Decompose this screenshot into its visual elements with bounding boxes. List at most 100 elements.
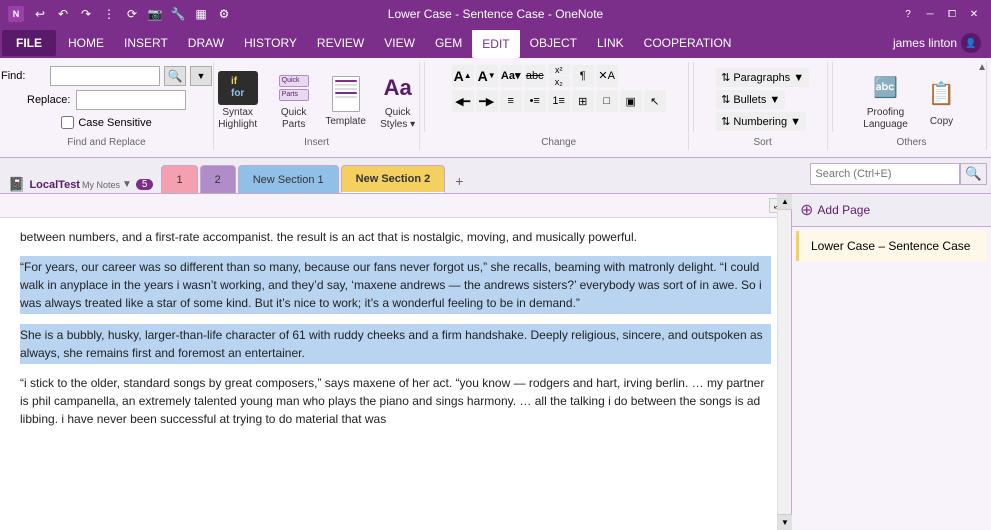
find-row: Find: 🔍 ▼ [1, 66, 212, 86]
right-v-scrollbar[interactable]: ▲ ▼ [777, 194, 791, 530]
notebook-name[interactable]: LocalTest [29, 179, 80, 191]
subscript-btn[interactable]: x₂ [548, 76, 570, 87]
case-sensitive-checkbox[interactable] [61, 116, 74, 129]
search-input[interactable] [810, 163, 960, 185]
menu-item-edit[interactable]: EDIT [472, 28, 519, 58]
add-page-btn[interactable]: ⊕ Add Page [800, 200, 870, 220]
numbering-btn[interactable]: 1≡ [548, 90, 570, 112]
right-scrollbar-track [778, 210, 791, 514]
border-btn[interactable]: □ [596, 90, 618, 112]
section-count: 5 [136, 179, 154, 190]
back-btn[interactable]: ↩ [30, 4, 50, 24]
doc-paragraph-1: between numbers, and a first-rate accomp… [20, 228, 771, 246]
tab-section: 📓 LocalTest My Notes ▼ 5 1 2 New Section… [0, 158, 991, 194]
menu-item-review[interactable]: REVIEW [307, 28, 374, 58]
user-name: james linton [893, 36, 957, 50]
paragraph-mark-btn[interactable]: ¶ [572, 65, 594, 87]
menu-item-file[interactable]: FILE [2, 30, 56, 56]
copy-label: Copy [930, 116, 953, 128]
page-item[interactable]: Lower Case – Sentence Case [796, 231, 987, 261]
change-case-btn[interactable]: Aa▾ [500, 65, 522, 87]
menu-item-history[interactable]: HISTORY [234, 28, 307, 58]
clear-format-btn[interactable]: ✕A [596, 65, 618, 87]
window-controls: ? ─ ⧠ ✕ [899, 6, 983, 22]
tab-2[interactable]: 2 [200, 165, 236, 193]
proofing-language-icon: 🔤 [866, 71, 906, 105]
tab-add-btn[interactable]: + [447, 169, 471, 193]
insert-controls: iffor SyntaxHighlight Quick Parts QuickP… [210, 64, 424, 137]
indent-left-btn[interactable]: ◀━ [452, 90, 474, 112]
case-sensitive-row: Case Sensitive [61, 116, 151, 129]
search-btn[interactable]: 🔍 [960, 163, 987, 185]
tab-new-section-1[interactable]: New Section 1 [238, 165, 339, 193]
copy-paste-btn[interactable]: 📋 Copy [918, 68, 966, 134]
find-input[interactable] [50, 66, 160, 86]
quick-parts-btn[interactable]: Quick Parts QuickParts [268, 68, 320, 134]
layout-icon[interactable]: ▦ [191, 4, 211, 24]
sort-paragraphs-label: Paragraphs ▼ [733, 72, 804, 84]
doc-paragraph-3: She is a bubbly, husky, larger-than-life… [20, 324, 771, 364]
proofing-language-label: ProofingLanguage [863, 107, 908, 131]
doc-paragraph-2: “For years, our career was so different … [20, 256, 771, 314]
title-bar: N ↩ ↶ ↷ ⋮ ⟳ 📷 🔧 ▦ ⚙ Lower Case - Sentenc… [0, 0, 991, 28]
shading-btn[interactable]: ▣ [620, 90, 642, 112]
help-btn[interactable]: ? [899, 6, 917, 22]
change-controls: A▲ A▼ Aa▾ abc x² x₂ ¶ ✕A ◀━ ━▶ ≡ •≡ 1≡ ⊞… [452, 64, 666, 137]
right-scrollbar-down-btn[interactable]: ▼ [778, 514, 792, 530]
tools-icon[interactable]: 🔧 [168, 4, 188, 24]
quick-styles-btn[interactable]: Aa Quick Styles ▾ [372, 68, 424, 134]
tab-new-section-2[interactable]: New Section 2 [341, 165, 446, 193]
undo-btn[interactable]: ↶ [53, 4, 73, 24]
find-search-btn[interactable]: 🔍 [164, 66, 186, 86]
font-size-up-btn[interactable]: A▲ [452, 65, 474, 87]
settings-icon[interactable]: ⚙ [214, 4, 234, 24]
sort-bullets-btn[interactable]: ⇅ Bullets ▼ [716, 90, 785, 109]
strikethrough-abc-btn[interactable]: abc [524, 65, 546, 87]
tab-1[interactable]: 1 [161, 165, 197, 193]
right-scrollbar-up-btn[interactable]: ▲ [778, 194, 792, 210]
table-btn[interactable]: ⊞ [572, 90, 594, 112]
customize-btn[interactable]: ⋮ [99, 4, 119, 24]
minimize-btn[interactable]: ─ [921, 6, 939, 22]
add-page-icon: ⊕ [800, 200, 813, 220]
ribbon-collapse-btn[interactable]: ▲ [977, 62, 987, 73]
sort-paragraphs-btn[interactable]: ⇅ Paragraphs ▼ [716, 68, 809, 87]
template-label: Template [325, 116, 366, 128]
quick-styles-icon: Aa [379, 71, 417, 105]
close-btn[interactable]: ✕ [965, 6, 983, 22]
proofing-language-btn[interactable]: 🔤 ProofingLanguage [858, 68, 914, 134]
indent-right-btn[interactable]: ━▶ [476, 90, 498, 112]
select-btn[interactable]: ↖ [644, 90, 666, 112]
ribbon-group-change: A▲ A▼ Aa▾ abc x² x₂ ¶ ✕A ◀━ ━▶ ≡ •≡ 1≡ ⊞… [429, 62, 689, 150]
restore-btn[interactable]: ⧠ [943, 6, 961, 22]
template-btn[interactable]: Template [322, 68, 370, 134]
template-icon [329, 74, 363, 114]
doc-content: between numbers, and a first-rate accomp… [0, 218, 791, 530]
doc-area: ⤢ between numbers, and a first-rate acco… [0, 194, 791, 530]
others-controls: 🔤 ProofingLanguage 📋 Copy [858, 64, 966, 137]
menu-item-cooperation[interactable]: COOPERATION [634, 28, 742, 58]
case-sensitive-label: Case Sensitive [78, 117, 151, 129]
menu-item-gem[interactable]: GEM [425, 28, 472, 58]
screenshot-icon[interactable]: 📷 [145, 4, 165, 24]
font-size-down-btn[interactable]: A▼ [476, 65, 498, 87]
redo-btn[interactable]: ↷ [76, 4, 96, 24]
superscript-btn[interactable]: x² [548, 64, 570, 75]
sort-bullets-icon: ⇅ [721, 93, 730, 106]
menu-item-home[interactable]: HOME [58, 28, 114, 58]
find-label: Find: [1, 70, 46, 82]
sort-numbering-btn[interactable]: ⇅ Numbering ▼ [716, 112, 806, 131]
sync-icon[interactable]: ⟳ [122, 4, 142, 24]
menu-item-draw[interactable]: DRAW [178, 28, 234, 58]
menu-item-view[interactable]: VIEW [374, 28, 425, 58]
syntax-highlight-btn[interactable]: iffor SyntaxHighlight [210, 68, 266, 134]
user-account[interactable]: james linton 👤 [883, 28, 991, 58]
menu-item-link[interactable]: LINK [587, 28, 634, 58]
bullets-btn[interactable]: •≡ [524, 90, 546, 112]
menu-item-object[interactable]: OBJECT [520, 28, 587, 58]
notebook-dropdown-icon[interactable]: ▼ [122, 179, 132, 190]
align-left-btn[interactable]: ≡ [500, 90, 522, 112]
menu-item-insert[interactable]: INSERT [114, 28, 178, 58]
replace-input[interactable] [76, 90, 186, 110]
doc-toolbar: ⤢ [0, 194, 791, 218]
